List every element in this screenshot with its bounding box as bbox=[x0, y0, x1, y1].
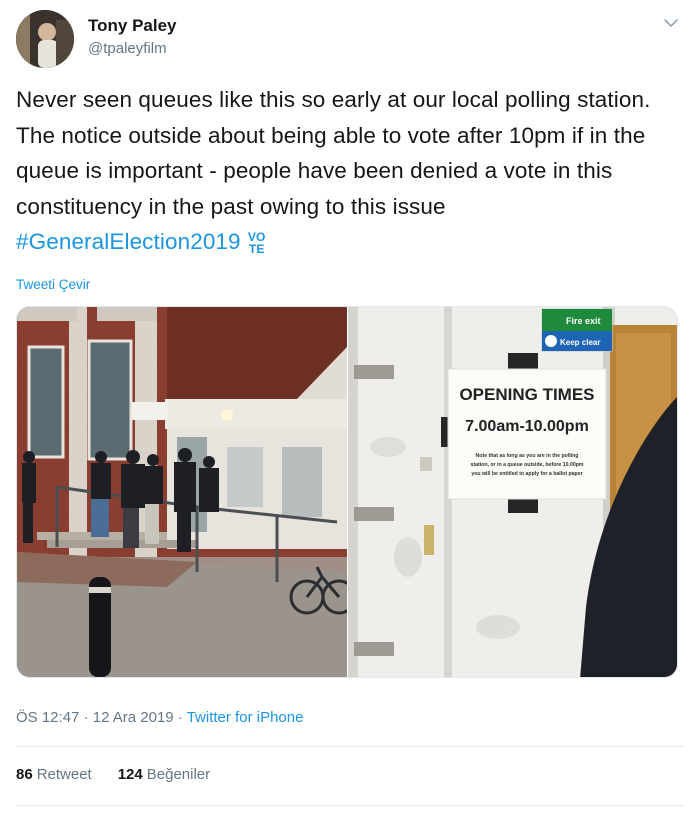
fire-exit-text: Fire exit bbox=[566, 316, 601, 326]
photo-opening-times-notice[interactable]: Fire exit Keep clear OPENING TIMES 7.00a… bbox=[348, 307, 677, 677]
tweet-media: Fire exit Keep clear OPENING TIMES 7.00a… bbox=[16, 306, 678, 678]
translate-link[interactable]: Tweeti Çevir bbox=[16, 277, 90, 292]
keep-clear-text: Keep clear bbox=[560, 338, 600, 347]
queue-photo-image bbox=[17, 307, 357, 677]
retweets-label: Retweet bbox=[36, 766, 92, 783]
author-avatar[interactable] bbox=[16, 10, 74, 68]
retweets-stat[interactable]: 86 Retweet bbox=[16, 766, 92, 783]
author-name[interactable]: Tony Paley bbox=[88, 16, 177, 36]
vote-emoji-bottom: TE bbox=[248, 242, 265, 256]
divider bbox=[16, 805, 684, 806]
likes-stat[interactable]: 124 Beğeniler bbox=[118, 766, 210, 783]
retweets-count: 86 bbox=[16, 766, 33, 783]
tweet-time: ÖS 12:47 bbox=[16, 709, 80, 726]
notice-line-3: you will be entitled to apply for a ball… bbox=[471, 471, 582, 477]
photo-polling-station-queue[interactable] bbox=[17, 307, 357, 677]
meta-separator: · bbox=[83, 709, 89, 726]
tweet-text: Never seen queues like this so early at … bbox=[16, 82, 676, 260]
vote-emoji-icon: VO TE bbox=[245, 231, 269, 259]
tweet-date: 12 Ara 2019 bbox=[92, 709, 174, 726]
notice-photo-image: Fire exit Keep clear OPENING TIMES 7.00a… bbox=[348, 307, 677, 677]
tweet-timestamp[interactable]: ÖS 12:47 · 12 Ara 2019 · Twitter for iPh… bbox=[16, 709, 303, 726]
hashtag-link[interactable]: #GeneralElection2019 bbox=[16, 229, 241, 254]
notice-hours: 7.00am-10.00pm bbox=[465, 418, 589, 435]
notice-line-1: Note that as long as you are in the poll… bbox=[476, 453, 579, 459]
tweet-source-link[interactable]: Twitter for iPhone bbox=[187, 709, 304, 726]
chevron-down-icon[interactable] bbox=[662, 14, 680, 32]
notice-line-2: station, or in a queue outside, before 1… bbox=[471, 462, 584, 468]
avatar-photo bbox=[16, 10, 74, 68]
notice-title: OPENING TIMES bbox=[459, 385, 594, 404]
likes-label: Beğeniler bbox=[146, 766, 211, 783]
author-handle[interactable]: @tpaleyfilm bbox=[88, 40, 167, 57]
divider bbox=[16, 746, 684, 747]
tweet-stats: 86 Retweet 124 Beğeniler bbox=[16, 766, 210, 783]
likes-count: 124 bbox=[117, 766, 143, 783]
meta-separator: · bbox=[177, 709, 183, 726]
tweet-body: Never seen queues like this so early at … bbox=[16, 87, 651, 219]
